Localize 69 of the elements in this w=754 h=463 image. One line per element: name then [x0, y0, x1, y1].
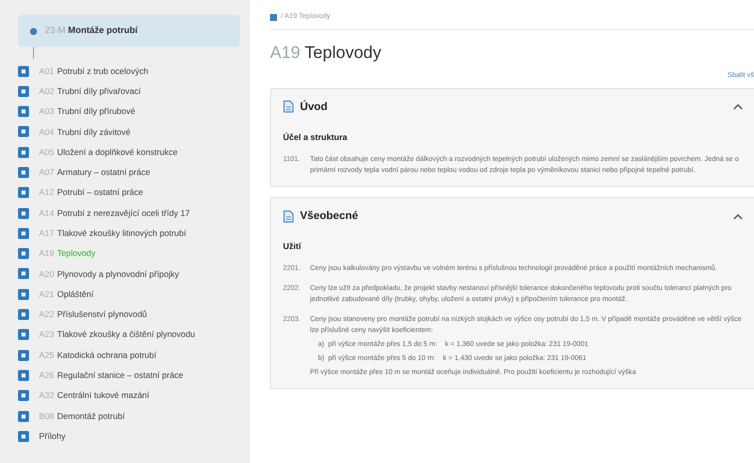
expand-icon[interactable] [18, 228, 29, 239]
expand-icon[interactable] [18, 248, 29, 260]
sidebar-item[interactable]: Potrubí z trub ocelových [57, 64, 148, 78]
item-code: A07 [39, 166, 54, 179]
expand-icon[interactable] [18, 106, 29, 118]
sidebar-item[interactable]: Potrubí z nerezavějící oceli třídy 17 [57, 206, 190, 220]
tree-root-item[interactable]: 23-M Montáže potrubí [18, 15, 240, 47]
home-icon[interactable] [270, 14, 277, 21]
page-title: A19 Teplovody [270, 42, 382, 64]
sidebar-item[interactable]: Trubní díly přírubové [57, 105, 136, 118]
item-code: A32 [39, 389, 54, 402]
expand-icon[interactable] [18, 329, 29, 340]
item-code: A04 [39, 126, 54, 138]
item-code: A12 [39, 186, 54, 200]
item-code: A20 [39, 268, 54, 280]
subheading: Účel a struktura [283, 131, 348, 144]
expand-icon[interactable] [18, 187, 29, 198]
expand-icon[interactable] [18, 126, 29, 138]
item-code: A05 [39, 146, 54, 159]
sidebar-item[interactable]: Plynovody a plynovodní přípojky [57, 268, 180, 280]
expand-icon[interactable] [18, 86, 29, 97]
expand-icon[interactable] [18, 166, 29, 178]
sidebar-item[interactable]: Tlakové zkoušky a čištění plynovodu [57, 328, 196, 342]
expand-icon[interactable] [18, 370, 29, 381]
item-code: A26 [39, 369, 54, 382]
section-title: Úvod [300, 99, 328, 114]
sidebar-item[interactable]: Opláštění [57, 288, 94, 301]
item-code: A02 [39, 84, 54, 98]
item-code: A17 [39, 227, 54, 240]
subheading: Užití [283, 240, 302, 253]
item-code: A01 [39, 64, 54, 78]
expand-icon[interactable] [18, 430, 29, 442]
item-code: A21 [39, 288, 54, 301]
sidebar-item[interactable]: Trubní díly přivařovací [57, 84, 141, 98]
tree-line [33, 47, 34, 59]
section-header[interactable]: Všeobecné [283, 208, 747, 224]
item-code: A19 [39, 247, 54, 260]
sidebar-item[interactable]: Tlakové zkoušky litinových potrubí [57, 227, 186, 240]
sidebar-item[interactable]: Demontáž potrubí [57, 410, 125, 422]
section-header[interactable]: Úvod [283, 98, 747, 115]
sidebar-item[interactable]: Uložení a doplňkové konstrukce [57, 146, 178, 159]
expand-icon[interactable] [18, 66, 29, 76]
item-code: A14 [39, 206, 54, 220]
expand-icon[interactable] [18, 410, 29, 422]
expand-icon[interactable] [18, 309, 29, 320]
document-icon [283, 100, 294, 114]
item-code: A23 [39, 328, 54, 342]
item-code: A22 [39, 308, 54, 321]
item-code: A25 [39, 348, 54, 362]
sidebar-item[interactable]: Přílohy [39, 430, 66, 443]
expand-icon[interactable] [18, 208, 29, 219]
sidebar-item[interactable]: Centrální tukové mazání [57, 389, 150, 402]
sidebar-item[interactable]: Trubní díly závitové [57, 126, 131, 138]
section-title: Všeobecné [300, 208, 358, 224]
chevron-icon[interactable] [733, 212, 743, 220]
expand-icon[interactable] [18, 390, 29, 402]
sidebar-item[interactable]: Armatury – ostatní práce [57, 166, 150, 179]
sidebar-item[interactable]: Regulační stanice – ostatní práce [57, 369, 184, 382]
item-code: B08 [39, 410, 54, 422]
expand-icon[interactable] [18, 350, 29, 361]
item-code: A03 [39, 105, 54, 118]
sidebar-item[interactable]: Potrubí – ostatní práce [57, 186, 144, 200]
document-icon [283, 210, 294, 222]
expand-icon[interactable] [18, 268, 29, 280]
expand-icon[interactable] [18, 146, 29, 158]
sidebar-item[interactable]: Katodická ochrana potrubí [57, 348, 156, 362]
chevron-icon[interactable] [733, 103, 743, 110]
expand-icon[interactable] [18, 288, 29, 300]
sidebar-item[interactable]: Příslušenství plynovodů [57, 308, 147, 321]
